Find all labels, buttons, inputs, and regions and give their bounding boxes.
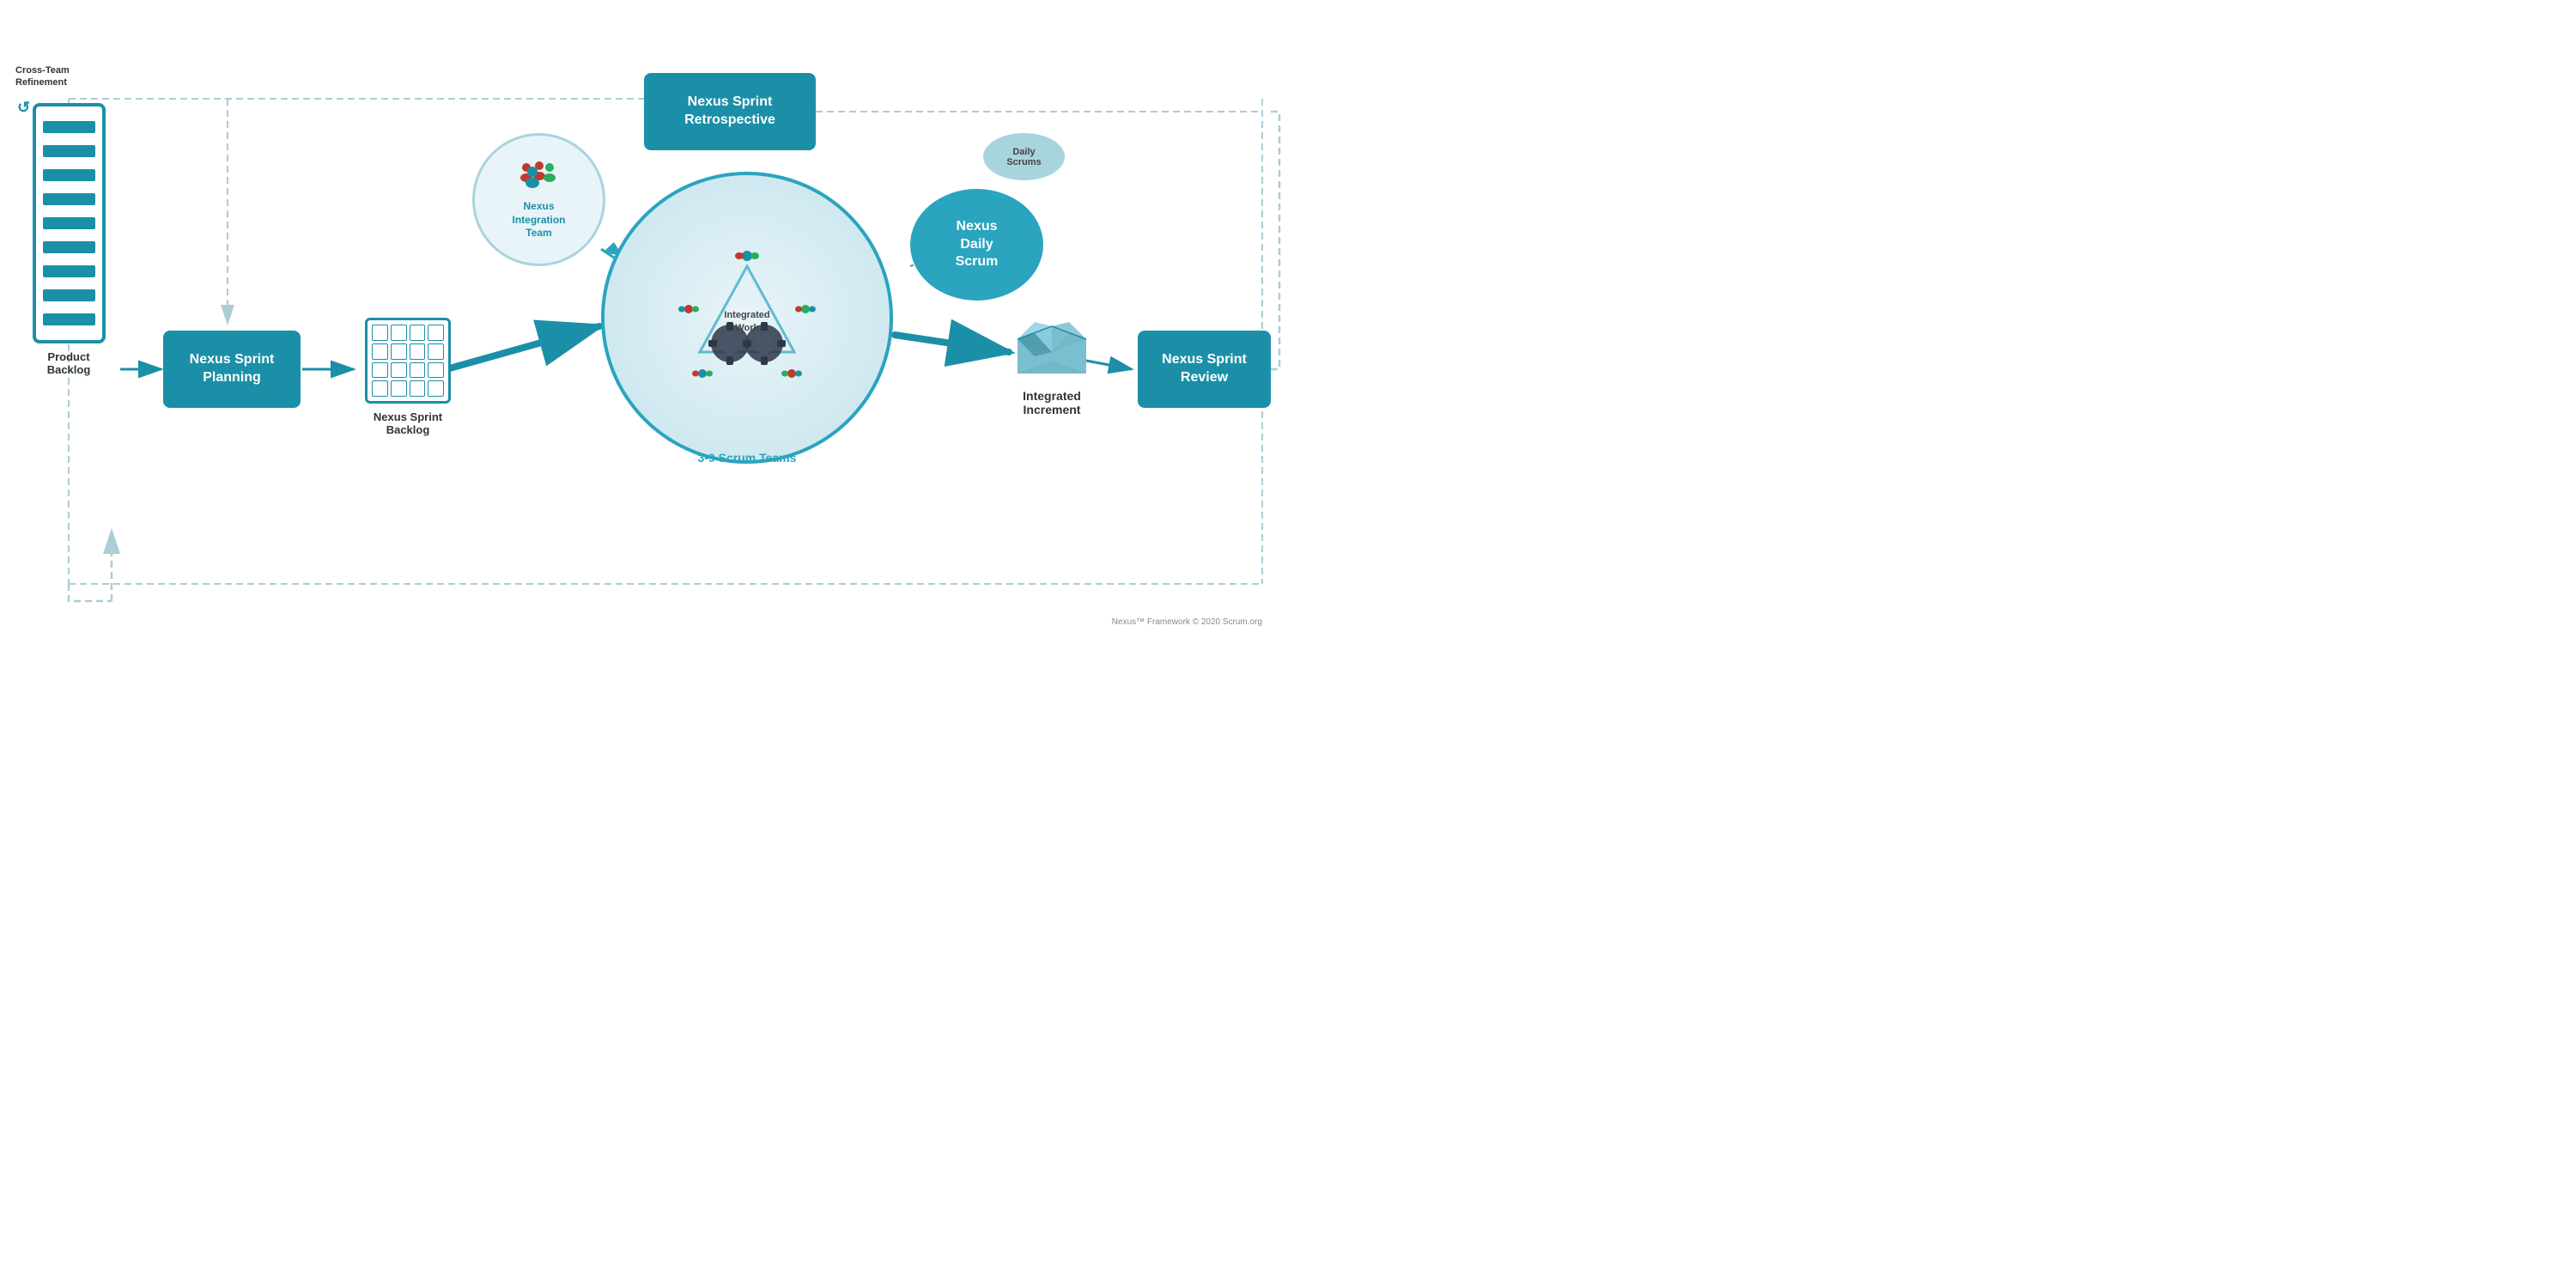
nexus-sprint-backlog: Nexus SprintBacklog: [356, 318, 459, 436]
nexus-integration-team: NexusIntegrationTeam: [472, 133, 605, 266]
copyright-text: Nexus™ Framework © 2020 Scrum.org: [1112, 617, 1262, 627]
integration-team-icon: [513, 159, 565, 197]
svg-text:Integrated: Integrated: [724, 310, 769, 320]
increment-box-icon: [1009, 309, 1095, 382]
integrated-increment: IntegratedIncrement: [1009, 309, 1095, 416]
backlog-grid-icon: [365, 318, 451, 404]
nexus-sprint-retrospective: Nexus SprintRetrospective: [644, 73, 816, 150]
nexus-sprint-review: Nexus SprintReview: [1138, 331, 1271, 408]
scrum-teams-circle: Integrated Work 3-9 Scrum Teams: [601, 172, 893, 464]
daily-scrums-bubble: DailyScrums: [983, 133, 1065, 180]
nexus-sprint-planning: Nexus SprintPlanning: [163, 331, 301, 408]
daily-scrums-label: DailyScrums: [1006, 147, 1041, 167]
svg-text:Work: Work: [735, 323, 759, 333]
nexus-daily-scrum: NexusDailyScrum: [910, 189, 1043, 301]
nexus-sprint-backlog-label: Nexus SprintBacklog: [374, 410, 442, 436]
product-backlog: ProductBacklog: [26, 103, 112, 376]
integrated-work-icon: Integrated Work: [661, 232, 833, 404]
nexus-integration-team-label: NexusIntegrationTeam: [513, 200, 566, 240]
cross-team-refinement-label: Cross-TeamRefinement: [15, 64, 70, 89]
backlog-icon: [33, 103, 106, 343]
scrum-teams-label: 3-9 Scrum Teams: [698, 451, 797, 465]
diagram-container: Cross-TeamRefinement ↺ ProductBacklog Ne…: [0, 0, 1288, 644]
integrated-increment-label: IntegratedIncrement: [1023, 389, 1081, 416]
center-content: Integrated Work: [661, 232, 833, 404]
product-backlog-label: ProductBacklog: [47, 350, 91, 376]
